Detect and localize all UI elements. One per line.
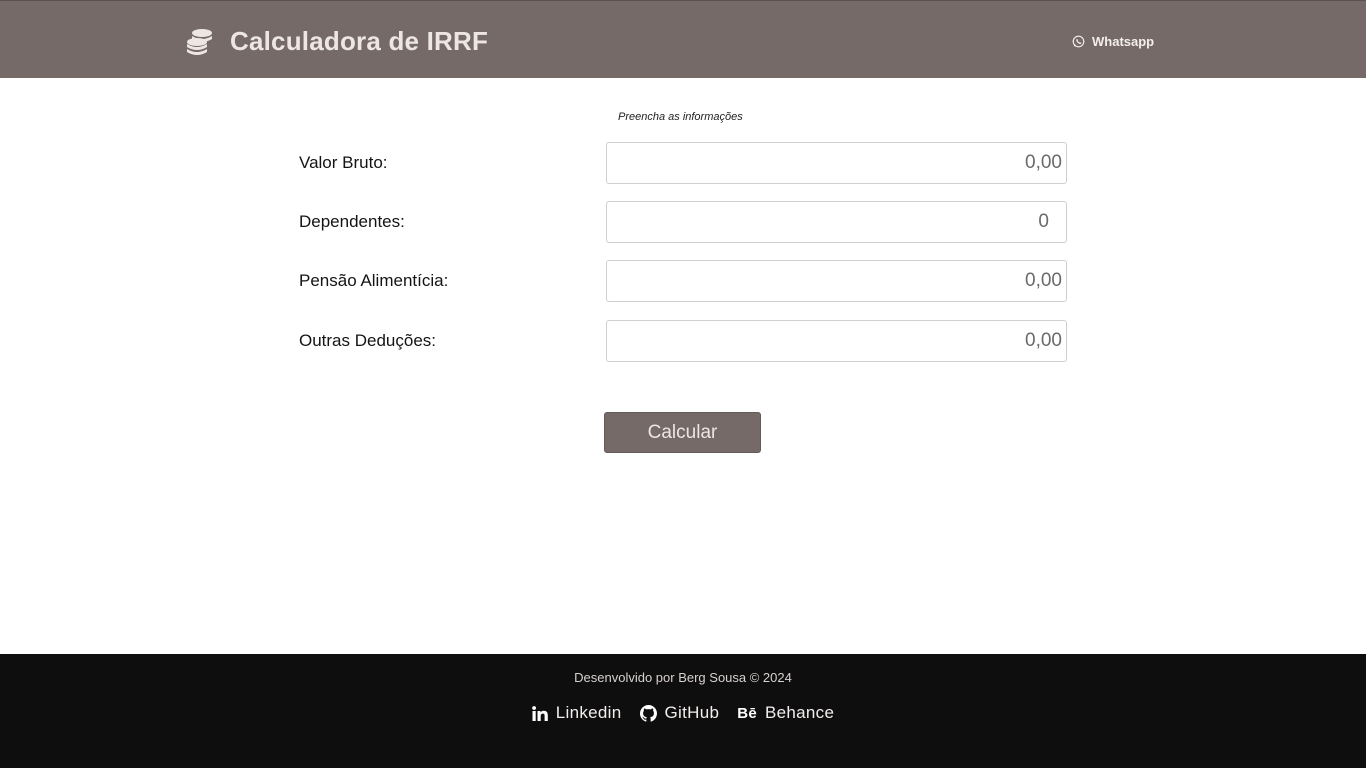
whatsapp-icon: [1072, 35, 1085, 48]
label-dependentes: Dependentes:: [299, 212, 405, 231]
linkedin-icon: [531, 705, 548, 721]
whatsapp-label: Whatsapp: [1092, 33, 1155, 49]
calcular-button[interactable]: Calcular: [604, 412, 761, 453]
linkedin-link[interactable]: Linkedin: [531, 703, 622, 723]
valor-bruto-input[interactable]: [606, 142, 1067, 184]
top-navbar: Calculadora de IRRF Whatsapp: [0, 0, 1366, 78]
footer-credit: Desenvolvido por Berg Sousa © 2024: [574, 670, 792, 685]
social-links: Linkedin GitHub Bē Behance: [0, 703, 1366, 723]
whatsapp-link[interactable]: Whatsapp: [1072, 31, 1154, 51]
footer: Desenvolvido por Berg Sousa © 2024 Linke…: [0, 654, 1366, 768]
form-hint: Preencha as informações: [618, 111, 743, 123]
github-link[interactable]: GitHub: [639, 703, 720, 723]
pensao-alimenticia-input[interactable]: [606, 260, 1067, 302]
github-icon: [639, 704, 657, 722]
label-valor-bruto: Valor Bruto:: [299, 153, 388, 172]
behance-link[interactable]: Bē Behance: [737, 703, 834, 723]
behance-label: Behance: [765, 703, 835, 722]
row-pensao-alimenticia: Pensão Alimentícia:: [299, 260, 1067, 302]
row-outras-deducoes: Outras Deduções:: [299, 320, 1067, 362]
outras-deducoes-input[interactable]: [606, 320, 1067, 362]
github-label: GitHub: [664, 703, 720, 722]
brand: Calculadora de IRRF: [186, 25, 488, 57]
label-pensao-alimenticia: Pensão Alimentícia:: [299, 271, 449, 290]
page-title: Calculadora de IRRF: [230, 25, 489, 56]
label-outras-deducoes: Outras Deduções:: [299, 331, 437, 350]
row-valor-bruto: Valor Bruto:: [299, 142, 1067, 184]
dependentes-input[interactable]: [606, 201, 1067, 243]
row-dependentes: Dependentes:: [299, 201, 1067, 243]
coins-icon: [186, 27, 214, 55]
linkedin-label: Linkedin: [555, 703, 622, 722]
behance-icon: Bē: [737, 704, 757, 722]
